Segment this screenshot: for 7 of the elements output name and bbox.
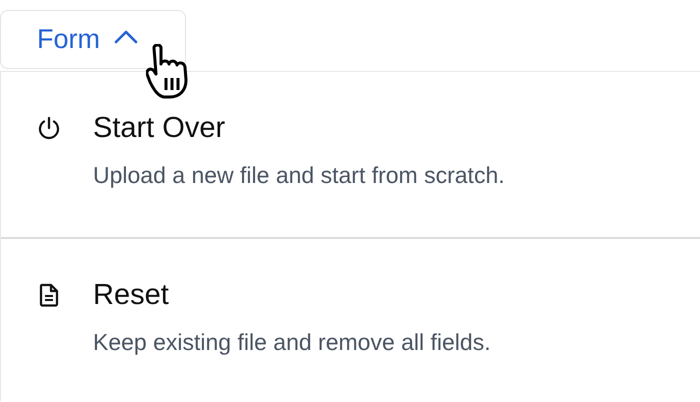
chevron-icon [114, 30, 138, 44]
form-dropdown-button[interactable]: Form [0, 10, 186, 69]
power-icon [36, 115, 62, 141]
menu-item-title[interactable]: Reset [93, 278, 169, 312]
menu-item-description: Upload a new file and start from scratch. [93, 162, 506, 189]
menu-item-description: Keep existing file and remove all fields. [93, 329, 492, 356]
menu-item-title[interactable]: Start Over [93, 112, 226, 144]
